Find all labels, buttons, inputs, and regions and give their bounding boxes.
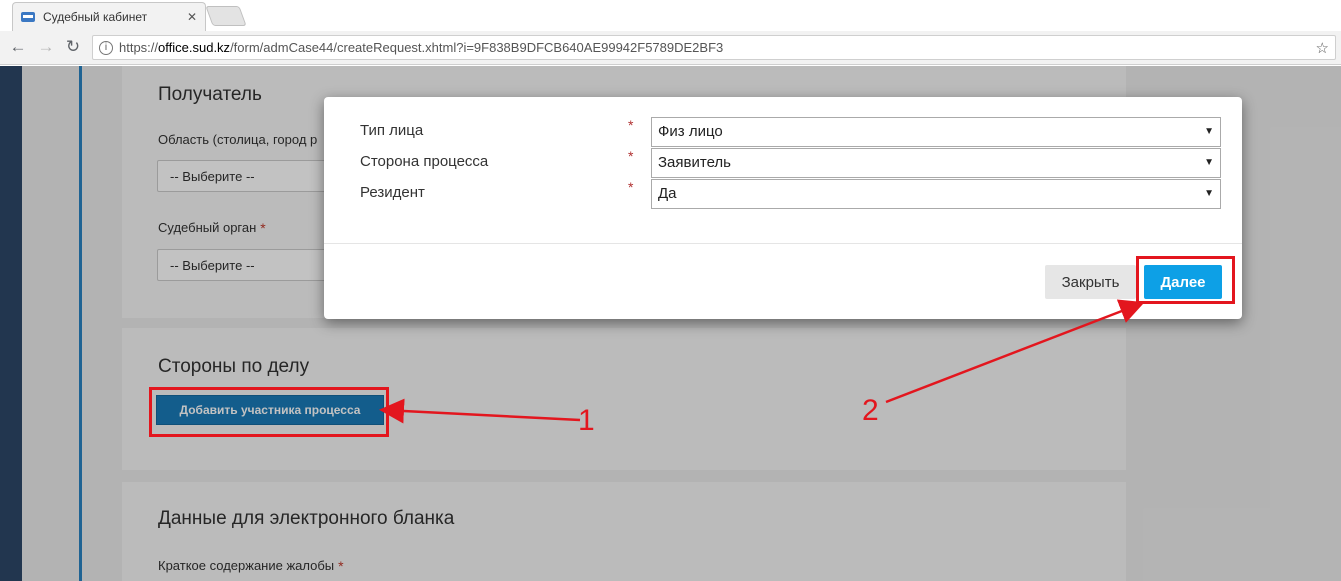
process-side-row: Сторона процесса * Заявитель ▼: [324, 148, 1242, 178]
tab-title: Судебный кабинет: [43, 10, 148, 24]
annotation-step-2: 2: [862, 394, 879, 427]
highlight-add-participant: [149, 387, 389, 437]
person-type-required-mark: *: [628, 117, 634, 133]
address-bar[interactable]: i https://office.sud.kz/form/admCase44/c…: [92, 35, 1336, 60]
info-icon[interactable]: i: [99, 40, 113, 55]
highlight-next-button: [1136, 256, 1235, 304]
process-side-label: Сторона процесса: [360, 153, 489, 170]
process-side-value: Заявитель: [658, 154, 731, 171]
person-type-select[interactable]: Физ лицо ▼: [651, 117, 1221, 147]
person-type-value: Физ лицо: [658, 123, 723, 140]
site-favicon-icon: [21, 12, 35, 22]
back-icon[interactable]: ←: [8, 37, 28, 57]
url-scheme: https://: [119, 40, 159, 55]
close-button[interactable]: Закрыть: [1045, 265, 1136, 299]
resident-select[interactable]: Да ▼: [651, 179, 1221, 209]
person-type-label: Тип лица: [360, 122, 424, 139]
process-side-select[interactable]: Заявитель ▼: [651, 148, 1221, 178]
tab-bar: Судебный кабинет ✕: [0, 0, 1341, 31]
person-type-row: Тип лица * Физ лицо ▼: [324, 117, 1242, 147]
new-tab-button[interactable]: [205, 6, 247, 26]
process-side-required-mark: *: [628, 148, 634, 164]
url-path: /form/admCase44/createRequest.xhtml?i=9F…: [230, 40, 724, 55]
forward-icon[interactable]: →: [36, 37, 56, 57]
chevron-down-icon: ▼: [1204, 126, 1214, 137]
browser-toolbar: ← → ↻ i https://office.sud.kz/form/admCa…: [0, 31, 1341, 65]
resident-required-mark: *: [628, 179, 634, 195]
star-icon[interactable]: ☆: [1316, 39, 1329, 57]
participant-dialog: Тип лица * Физ лицо ▼ Сторона процесса *…: [324, 97, 1242, 319]
reload-icon[interactable]: ↻: [63, 37, 83, 57]
resident-value: Да: [658, 185, 677, 202]
url-host: office.sud.kz: [158, 40, 231, 55]
chevron-down-icon: ▼: [1204, 157, 1214, 168]
annotation-step-1: 1: [578, 404, 595, 437]
modal-divider: [324, 243, 1242, 244]
close-tab-icon[interactable]: ✕: [187, 10, 197, 24]
chevron-down-icon: ▼: [1204, 188, 1214, 199]
resident-row: Резидент * Да ▼: [324, 179, 1242, 209]
resident-label: Резидент: [360, 184, 425, 201]
browser-tab[interactable]: Судебный кабинет ✕: [12, 2, 206, 31]
